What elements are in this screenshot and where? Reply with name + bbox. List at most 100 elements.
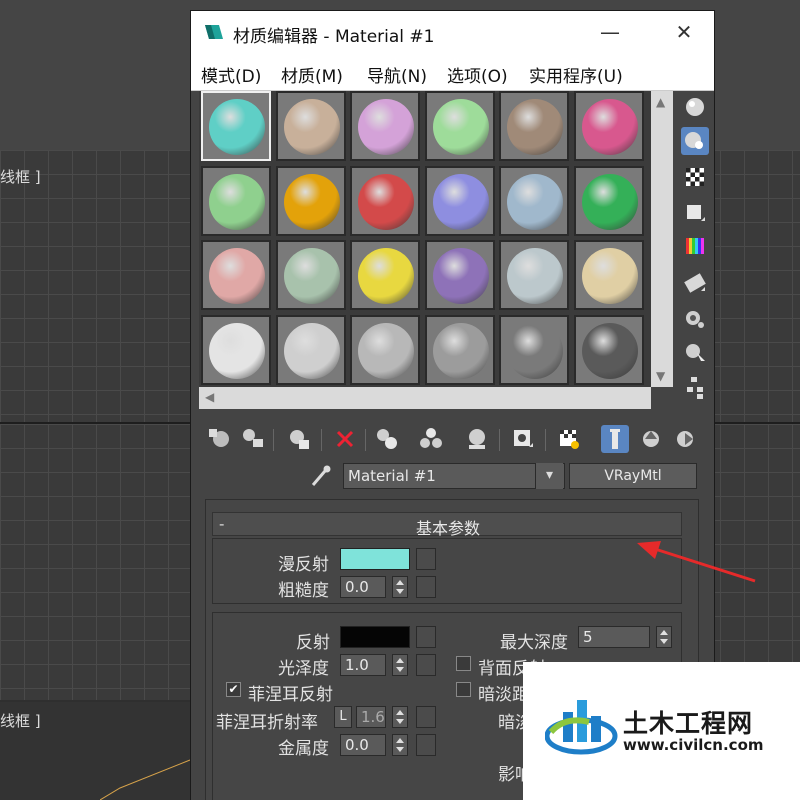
fresnel-checkbox[interactable]: ✔ (226, 682, 241, 697)
reflect-color-swatch[interactable] (340, 626, 410, 648)
material-sample-slot[interactable] (573, 165, 644, 236)
sample-type-sphere-icon[interactable] (681, 93, 709, 121)
material-sample-slot[interactable] (275, 91, 346, 161)
metalness-input[interactable]: 0.0 (340, 734, 386, 756)
fresnel-ior-map-button[interactable] (416, 706, 436, 728)
sample-slots-hscrollbar[interactable]: ◀ (199, 387, 651, 409)
scroll-down-icon[interactable]: ▼ (656, 369, 665, 383)
background-checker-icon[interactable] (681, 163, 709, 191)
roughness-input[interactable]: 0.0 (340, 576, 386, 598)
get-material-icon[interactable] (205, 425, 233, 453)
material-id-channel-icon[interactable] (509, 425, 537, 453)
select-by-material-icon[interactable] (681, 339, 709, 367)
title-bar[interactable]: 材质编辑器 - Material #1 — ✕ (191, 11, 714, 55)
viewport-object-wireframe (100, 759, 191, 800)
material-sample-slot[interactable] (201, 91, 271, 161)
toolbar-separator (273, 429, 274, 451)
material-sample-slot[interactable] (275, 314, 346, 385)
glossiness-spinner[interactable] (392, 654, 408, 676)
menu-bar: 模式(D) 材质(M) 导航(N) 选项(O) 实用程序(U) (191, 55, 714, 91)
watermark-logo: 土木工程网 www.civilcn.com (523, 662, 800, 800)
scroll-up-icon[interactable]: ▲ (656, 95, 665, 109)
scroll-left-icon[interactable]: ◀ (205, 390, 214, 404)
material-sample-slot[interactable] (275, 240, 346, 310)
metalness-map-button[interactable] (416, 734, 436, 756)
sample-uv-tiling-icon[interactable] (681, 199, 709, 227)
metalness-spinner[interactable] (392, 734, 408, 756)
make-unique-icon[interactable] (417, 425, 445, 453)
menu-material[interactable]: 材质(M) (281, 62, 343, 87)
material-sample-slot[interactable] (350, 91, 420, 161)
dim-distance-checkbox[interactable] (456, 682, 471, 697)
material-type-button[interactable]: VRayMtl (569, 463, 697, 489)
roughness-spinner[interactable] (392, 576, 408, 598)
material-sample-slot[interactable] (424, 165, 495, 236)
make-copy-icon[interactable] (373, 425, 401, 453)
reflect-map-button[interactable] (416, 626, 436, 648)
glossiness-label: 光泽度 (278, 659, 329, 679)
maximize-button[interactable] (601, 21, 627, 45)
material-name-dropdown[interactable]: ▾ (535, 463, 563, 489)
material-sample-sphere (209, 322, 265, 379)
viewport-top-label[interactable]: 线框 ] (0, 166, 41, 187)
glossiness-input[interactable]: 1.0 (340, 654, 386, 676)
rollout-header[interactable]: - 基本参数 (212, 512, 682, 538)
material-sample-sphere (432, 99, 489, 155)
material-name-field[interactable]: Material #1 (343, 463, 565, 489)
backlight-icon[interactable] (681, 127, 709, 155)
material-sample-slot[interactable] (350, 314, 420, 385)
show-shaded-in-viewport-icon[interactable] (555, 425, 583, 453)
menu-navigation[interactable]: 导航(N) (367, 62, 427, 87)
material-sample-slot[interactable] (424, 240, 495, 310)
go-forward-to-sibling-icon[interactable] (671, 425, 699, 453)
menu-mode[interactable]: 模式(D) (201, 62, 261, 87)
material-sample-slot[interactable] (424, 314, 495, 385)
material-sample-slot[interactable] (350, 165, 420, 236)
glossiness-map-button[interactable] (416, 654, 436, 676)
material-sample-slot[interactable] (275, 165, 346, 236)
put-to-library-icon[interactable] (463, 425, 491, 453)
viewport-bottom-label[interactable]: 线框 ] (0, 710, 41, 731)
material-sample-slot[interactable] (499, 91, 569, 161)
material-sample-slot[interactable] (499, 314, 569, 385)
material-map-navigator-icon[interactable] (681, 373, 709, 401)
menu-utilities[interactable]: 实用程序(U) (529, 62, 623, 87)
options-icon[interactable] (681, 305, 709, 333)
watermark-url: www.civilcn.com (623, 736, 764, 754)
max-depth-spinner[interactable] (656, 626, 672, 648)
assign-to-selection-icon[interactable] (285, 425, 313, 453)
material-sample-slot[interactable] (573, 240, 644, 310)
fresnel-ior-lock-button[interactable]: L (334, 706, 352, 728)
material-sample-slot[interactable] (499, 165, 569, 236)
video-color-check-icon[interactable] (681, 233, 709, 261)
material-sample-slot[interactable] (201, 165, 271, 236)
go-to-parent-icon[interactable] (637, 425, 665, 453)
diffuse-color-swatch[interactable] (340, 548, 410, 570)
sample-slots-vscrollbar[interactable]: ▲ ▼ (651, 91, 673, 387)
material-sample-slot[interactable] (499, 240, 569, 310)
material-sample-slot[interactable] (573, 314, 644, 385)
toolbar-separator (321, 429, 322, 451)
make-preview-icon[interactable] (681, 269, 709, 297)
material-sample-sphere (507, 322, 563, 379)
back-reflect-checkbox[interactable] (456, 656, 471, 671)
material-sample-sphere (507, 248, 563, 304)
diffuse-map-button[interactable] (416, 548, 436, 570)
show-end-result-icon[interactable] (601, 425, 629, 453)
fresnel-ior-spinner[interactable] (392, 706, 408, 728)
material-sample-slot[interactable] (350, 240, 420, 310)
pick-material-eyedropper-icon[interactable] (309, 463, 333, 489)
put-to-scene-icon[interactable] (239, 425, 267, 453)
material-sample-slot[interactable] (424, 91, 495, 161)
material-sample-slot[interactable] (201, 314, 271, 385)
material-sample-slot[interactable] (201, 240, 271, 310)
material-sample-sphere (283, 322, 340, 379)
roughness-map-button[interactable] (416, 576, 436, 598)
material-sample-slot[interactable] (573, 91, 644, 161)
max-depth-input[interactable]: 5 (578, 626, 650, 648)
reset-map-icon[interactable] (331, 425, 359, 453)
diffuse-label: 漫反射 (278, 555, 329, 575)
fresnel-ior-input[interactable]: 1.6 (356, 706, 386, 728)
menu-options[interactable]: 选项(O) (447, 62, 508, 87)
close-button[interactable]: ✕ (671, 21, 697, 45)
